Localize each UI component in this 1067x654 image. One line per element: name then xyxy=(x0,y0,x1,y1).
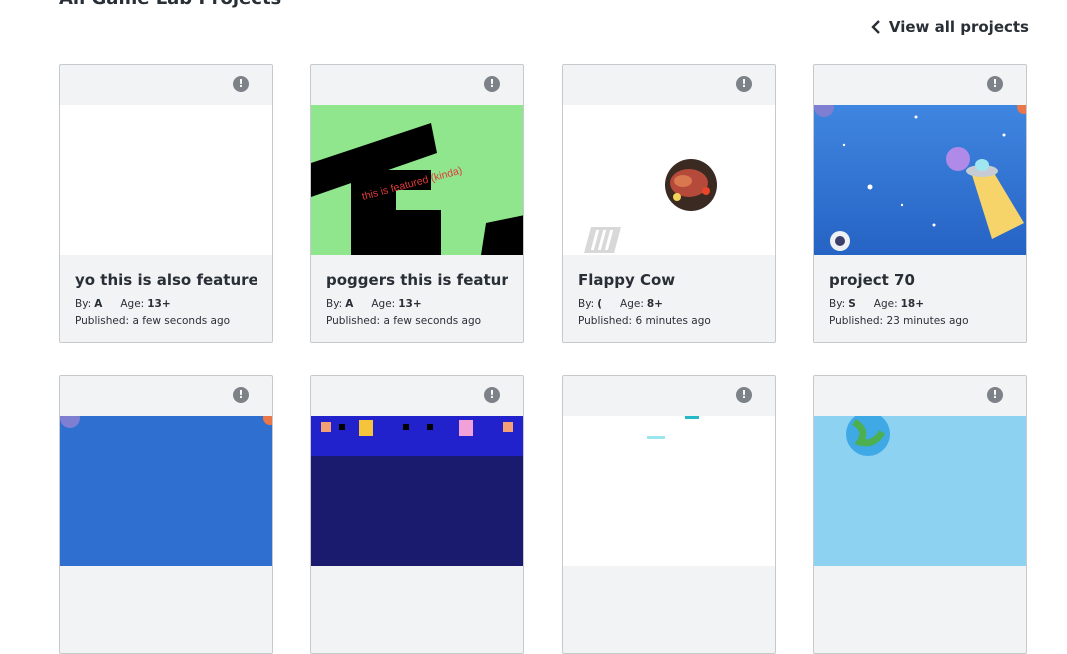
age-label: Age: xyxy=(371,298,396,310)
thumbnail-art xyxy=(846,416,890,456)
published-time: a few seconds ago xyxy=(132,315,231,327)
age-label: Age: xyxy=(620,298,644,310)
author: S xyxy=(848,298,856,310)
info-icon[interactable]: ! xyxy=(736,76,752,92)
thumbnail-art xyxy=(311,416,523,456)
published-time: 23 minutes ago xyxy=(886,315,969,327)
age-label: Age: xyxy=(873,298,898,310)
card-header: ! xyxy=(60,65,272,105)
author: A xyxy=(94,298,103,310)
info-icon[interactable]: ! xyxy=(233,76,249,92)
project-card[interactable]: ! xyxy=(310,375,524,654)
chevron-left-icon xyxy=(871,20,880,34)
author-age-line: By: A Age: 13+ xyxy=(75,298,257,310)
project-name: yo this is also featured xyxy=(75,271,257,289)
by-label: By: xyxy=(326,298,343,310)
info-icon[interactable]: ! xyxy=(233,387,249,403)
section-title: All Game Lab Projects xyxy=(59,0,281,9)
author-age-line: By: S Age: 18+ xyxy=(829,298,1011,310)
author: A xyxy=(345,298,354,310)
card-header: ! xyxy=(814,376,1026,416)
published-line: Published: 6 minutes ago xyxy=(578,315,760,327)
thumbnail-art: this is featured (kinda) xyxy=(311,123,523,255)
card-meta: yo this is also featured By: A Age: 13+ Pub… xyxy=(60,255,272,327)
card-meta: poggers this is featured By:A Age:13+ Pub… xyxy=(311,255,523,327)
card-header: ! xyxy=(60,376,272,416)
project-name: poggers this is featured xyxy=(326,271,508,289)
published-label: Published: xyxy=(75,315,130,327)
author: ( xyxy=(597,298,603,310)
published-time: 6 minutes ago xyxy=(635,315,711,327)
age: 18+ xyxy=(900,298,925,310)
thumbnail-art xyxy=(60,416,272,428)
project-thumbnail[interactable] xyxy=(60,105,272,255)
card-header: ! xyxy=(814,65,1026,105)
project-name: Flappy Cow xyxy=(578,271,676,289)
info-icon[interactable]: ! xyxy=(736,387,752,403)
project-card[interactable]: ! xyxy=(562,375,776,654)
project-card[interactable]: ! xyxy=(813,375,1027,654)
card-meta: project 70 By: S Age: 18+ Published: 23 min… xyxy=(814,255,1026,327)
info-icon[interactable]: ! xyxy=(987,76,1003,92)
published-label: Published: xyxy=(326,315,381,327)
project-card[interactable]: ! this is featured (kinda) poggers this … xyxy=(310,64,524,343)
project-name: project 70 xyxy=(829,271,915,289)
published-label: Published: xyxy=(578,315,633,327)
project-thumbnail[interactable] xyxy=(814,105,1026,255)
card-header: ! xyxy=(563,376,775,416)
view-all-label: View all projects xyxy=(888,18,1029,36)
project-thumbnail[interactable] xyxy=(311,416,523,566)
project-thumbnail[interactable] xyxy=(814,416,1026,566)
thumbnail-art xyxy=(584,159,717,253)
project-thumbnail[interactable] xyxy=(60,416,272,566)
by-label: By: xyxy=(75,298,92,310)
project-card[interactable]: ! yo this is also featured By: A Age: 13+ P… xyxy=(59,64,273,343)
published-line: Published: a few seconds ago xyxy=(75,315,257,327)
pipe-icon xyxy=(584,227,621,253)
card-meta: Flappy Cow By:( Age: 8+ Published: 6 minut… xyxy=(563,255,775,327)
published-time: a few seconds ago xyxy=(383,315,482,327)
author-age-line: By: A Age: 13+ xyxy=(326,298,508,310)
project-thumbnail[interactable]: this is featured (kinda) xyxy=(311,105,523,255)
thumbnail-art xyxy=(814,105,1026,251)
age: 8+ xyxy=(646,298,663,310)
age: 13+ xyxy=(147,298,171,310)
project-card[interactable]: ! Flappy Cow By:( Age: 8+ Published: 6 min… xyxy=(562,64,776,343)
age-label: Age: xyxy=(120,298,145,310)
published-line: Published: 23 minutes ago xyxy=(829,315,1011,327)
project-card[interactable]: ! project 70 By: S Age: 18+ Published: 23 m… xyxy=(813,64,1027,343)
author-age-line: By:( Age: 8+ xyxy=(578,298,760,310)
by-label: By: xyxy=(578,298,595,310)
card-header: ! xyxy=(311,376,523,416)
view-all-projects-link[interactable]: View all projects xyxy=(871,18,1029,36)
info-icon[interactable]: ! xyxy=(484,387,500,403)
project-card[interactable]: ! xyxy=(59,375,273,654)
card-header: ! xyxy=(563,65,775,105)
card-header: ! xyxy=(311,65,523,105)
published-label: Published: xyxy=(829,315,884,327)
by-label: By: xyxy=(829,298,846,310)
published-line: Published: a few seconds ago xyxy=(326,315,508,327)
project-thumbnail[interactable] xyxy=(563,416,775,566)
info-icon[interactable]: ! xyxy=(484,76,500,92)
info-icon[interactable]: ! xyxy=(987,387,1003,403)
project-thumbnail[interactable] xyxy=(563,105,775,255)
age: 13+ xyxy=(398,298,422,310)
thumbnail-art xyxy=(647,416,699,439)
